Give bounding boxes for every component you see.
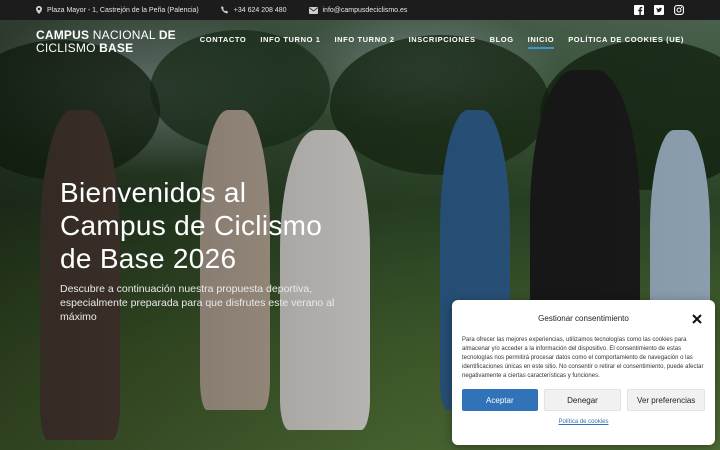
- cookie-dialog-text: Para ofrecer las mejores experiencias, u…: [462, 337, 704, 379]
- view-preferences-button[interactable]: Ver preferencias: [627, 389, 706, 411]
- site-header: CAMPUS NACIONAL DE CICLISMO BASE CONTACT…: [0, 20, 720, 64]
- logo-word: CAMPUS: [36, 28, 90, 42]
- logo-word: DE: [158, 28, 176, 42]
- cookie-policy-link[interactable]: Política de cookies: [462, 419, 705, 425]
- main-nav: CONTACTO INFO TURNO 1 INFO TURNO 2 INSCR…: [200, 35, 684, 49]
- map-pin-icon: [36, 6, 42, 14]
- address-text: Plaza Mayor - 1, Castrejón de la Peña (P…: [47, 6, 199, 14]
- logo-word: BASE: [99, 41, 134, 55]
- cookie-dialog-header: Gestionar consentimiento: [462, 310, 705, 326]
- site-logo[interactable]: CAMPUS NACIONAL DE CICLISMO BASE: [36, 29, 176, 55]
- email-info[interactable]: info@campusdeciclismo.es: [308, 6, 408, 14]
- nav-item-contacto[interactable]: CONTACTO: [200, 35, 247, 49]
- facebook-icon[interactable]: [634, 5, 644, 15]
- envelope-icon: [308, 6, 318, 14]
- nav-item-info-turno-1[interactable]: INFO TURNO 1: [260, 35, 320, 49]
- phone-icon: [220, 6, 228, 14]
- phone-text[interactable]: +34 624 208 480: [234, 7, 287, 14]
- email-text[interactable]: info@campusdeciclismo.es: [323, 7, 408, 14]
- instagram-icon[interactable]: [674, 5, 684, 15]
- phone-info[interactable]: +34 624 208 480: [220, 6, 287, 14]
- cookie-dialog-buttons: Aceptar Denegar Ver preferencias: [462, 389, 706, 411]
- nav-item-blog[interactable]: BLOG: [490, 35, 514, 49]
- twitter-icon[interactable]: [654, 5, 664, 15]
- logo-word: CICLISMO: [36, 41, 96, 55]
- hero-title: Bienvenidos al Campus de Ciclismo de Bas…: [60, 177, 323, 274]
- nav-item-politica-cookies[interactable]: POLÍTICA DE COOKIES (UE): [568, 35, 684, 49]
- close-icon[interactable]: [691, 312, 703, 324]
- logo-word: NACIONAL: [92, 28, 156, 42]
- cookie-dialog-title: Gestionar consentimiento: [538, 313, 629, 323]
- cookie-consent-dialog: Gestionar consentimiento Para ofrecer la…: [452, 300, 715, 445]
- nav-item-inscripciones[interactable]: INSCRIPCIONES: [409, 35, 476, 49]
- top-info-bar: Plaza Mayor - 1, Castrejón de la Peña (P…: [0, 0, 720, 20]
- hero-subtitle: Descubre a continuación nuestra propuest…: [60, 283, 335, 323]
- deny-button[interactable]: Denegar: [543, 389, 622, 411]
- social-links: [634, 5, 684, 15]
- nav-item-inicio[interactable]: INICIO: [527, 35, 555, 49]
- nav-item-info-turno-2[interactable]: INFO TURNO 2: [334, 35, 394, 49]
- address-info: Plaza Mayor - 1, Castrejón de la Peña (P…: [36, 6, 199, 14]
- accept-button[interactable]: Aceptar: [462, 389, 538, 411]
